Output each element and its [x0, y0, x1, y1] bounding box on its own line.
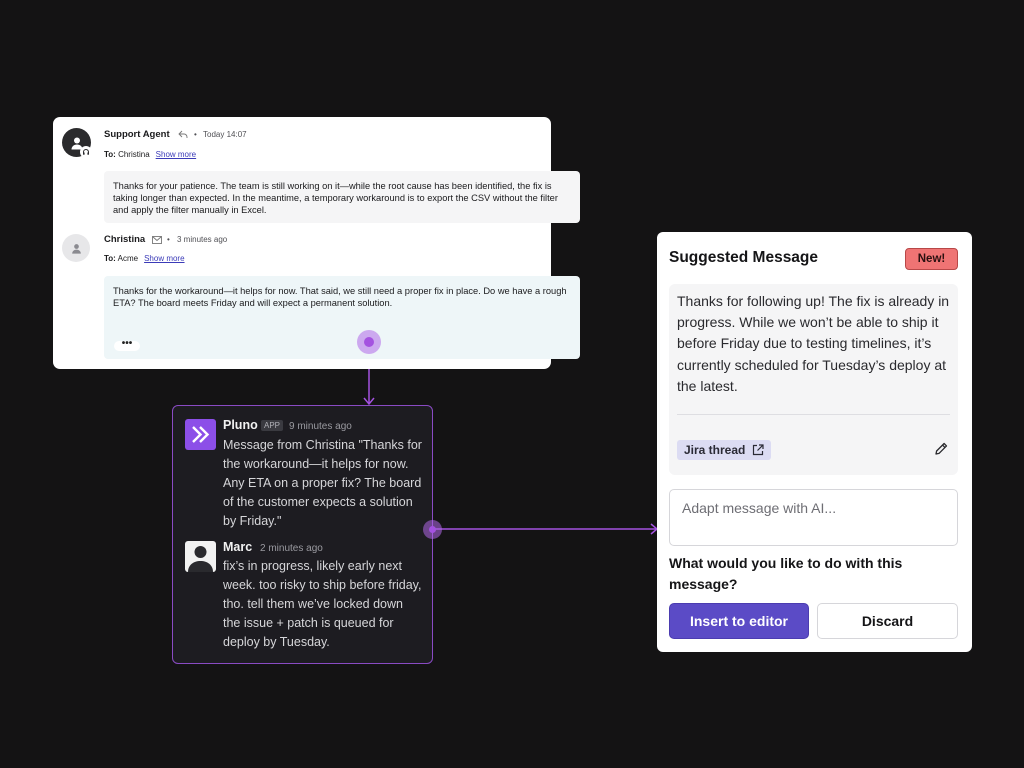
to-label: To:	[104, 150, 116, 159]
message-timestamp: 3 minutes ago	[177, 235, 228, 244]
ticket-thread-panel: Support Agent • Today 14:07 To: Christin…	[53, 117, 580, 369]
headset-icon	[80, 146, 92, 158]
email-icon	[152, 236, 162, 244]
connector-node-center	[364, 337, 374, 347]
slack-thread-panel: Pluno APP 9 minutes ago Message from Chr…	[172, 405, 433, 664]
pluno-logo-icon	[185, 419, 216, 450]
slack-sender-name[interactable]: Marc	[223, 540, 252, 554]
show-more-link[interactable]: Show more	[156, 150, 196, 159]
insert-to-editor-button[interactable]: Insert to editor	[669, 603, 809, 639]
support-agent-avatar	[62, 128, 92, 158]
recipient-line: To: Acme Show more	[104, 254, 185, 263]
suggested-message-panel: Suggested Message New! Thanks for follow…	[657, 232, 972, 652]
adapt-message-input[interactable]	[669, 489, 958, 546]
recipient-name: Acme	[117, 254, 139, 263]
pencil-icon[interactable]	[933, 441, 949, 457]
jira-thread-label: Jira thread	[684, 443, 746, 457]
slack-timestamp[interactable]: 2 minutes ago	[260, 543, 323, 554]
user-icon	[71, 243, 81, 254]
christina-avatar	[62, 234, 90, 262]
slack-message-text: Message from Christina "Thanks for the w…	[223, 438, 422, 528]
app-badge: APP	[261, 420, 284, 431]
separator-dot: •	[194, 130, 197, 139]
panel-title: Suggested Message	[669, 249, 819, 266]
separator-dot: •	[167, 235, 170, 244]
slack-timestamp[interactable]: 9 minutes ago	[289, 421, 352, 432]
marc-avatar	[185, 541, 216, 572]
divider	[677, 414, 950, 415]
suggested-message-text: Thanks for following up! The fix is alre…	[677, 293, 950, 394]
slack-sender-name[interactable]: Pluno	[223, 418, 258, 432]
sender-name: Christina	[104, 234, 146, 245]
show-more-link[interactable]: Show more	[144, 254, 184, 263]
to-label: To:	[104, 254, 116, 263]
discard-button[interactable]: Discard	[817, 603, 958, 639]
slack-message-text: fix’s in progress, likely early next wee…	[223, 559, 422, 649]
message-body: Thanks for the workaround—it helps for n…	[104, 276, 580, 359]
recipient-name: Christina	[118, 150, 150, 159]
expand-quoted-button[interactable]: •••	[114, 339, 140, 351]
message-timestamp: Today 14:07	[203, 130, 247, 139]
external-link-icon	[753, 444, 764, 456]
connector-node-center	[429, 526, 436, 533]
message-text: Thanks for the workaround—it helps for n…	[113, 286, 567, 308]
recipient-line: To: Christina Show more	[104, 150, 196, 159]
sender-name: Support Agent	[104, 129, 170, 140]
reply-icon	[178, 130, 188, 138]
jira-thread-link[interactable]: Jira thread	[677, 440, 772, 460]
suggestion-card: Thanks for following up! The fix is alre…	[669, 284, 958, 475]
user-icon	[188, 546, 213, 572]
message-body: Thanks for your patience. The team is st…	[104, 171, 580, 223]
new-badge: New!	[905, 248, 958, 270]
action-question: What would you like to do with this mess…	[669, 555, 903, 592]
